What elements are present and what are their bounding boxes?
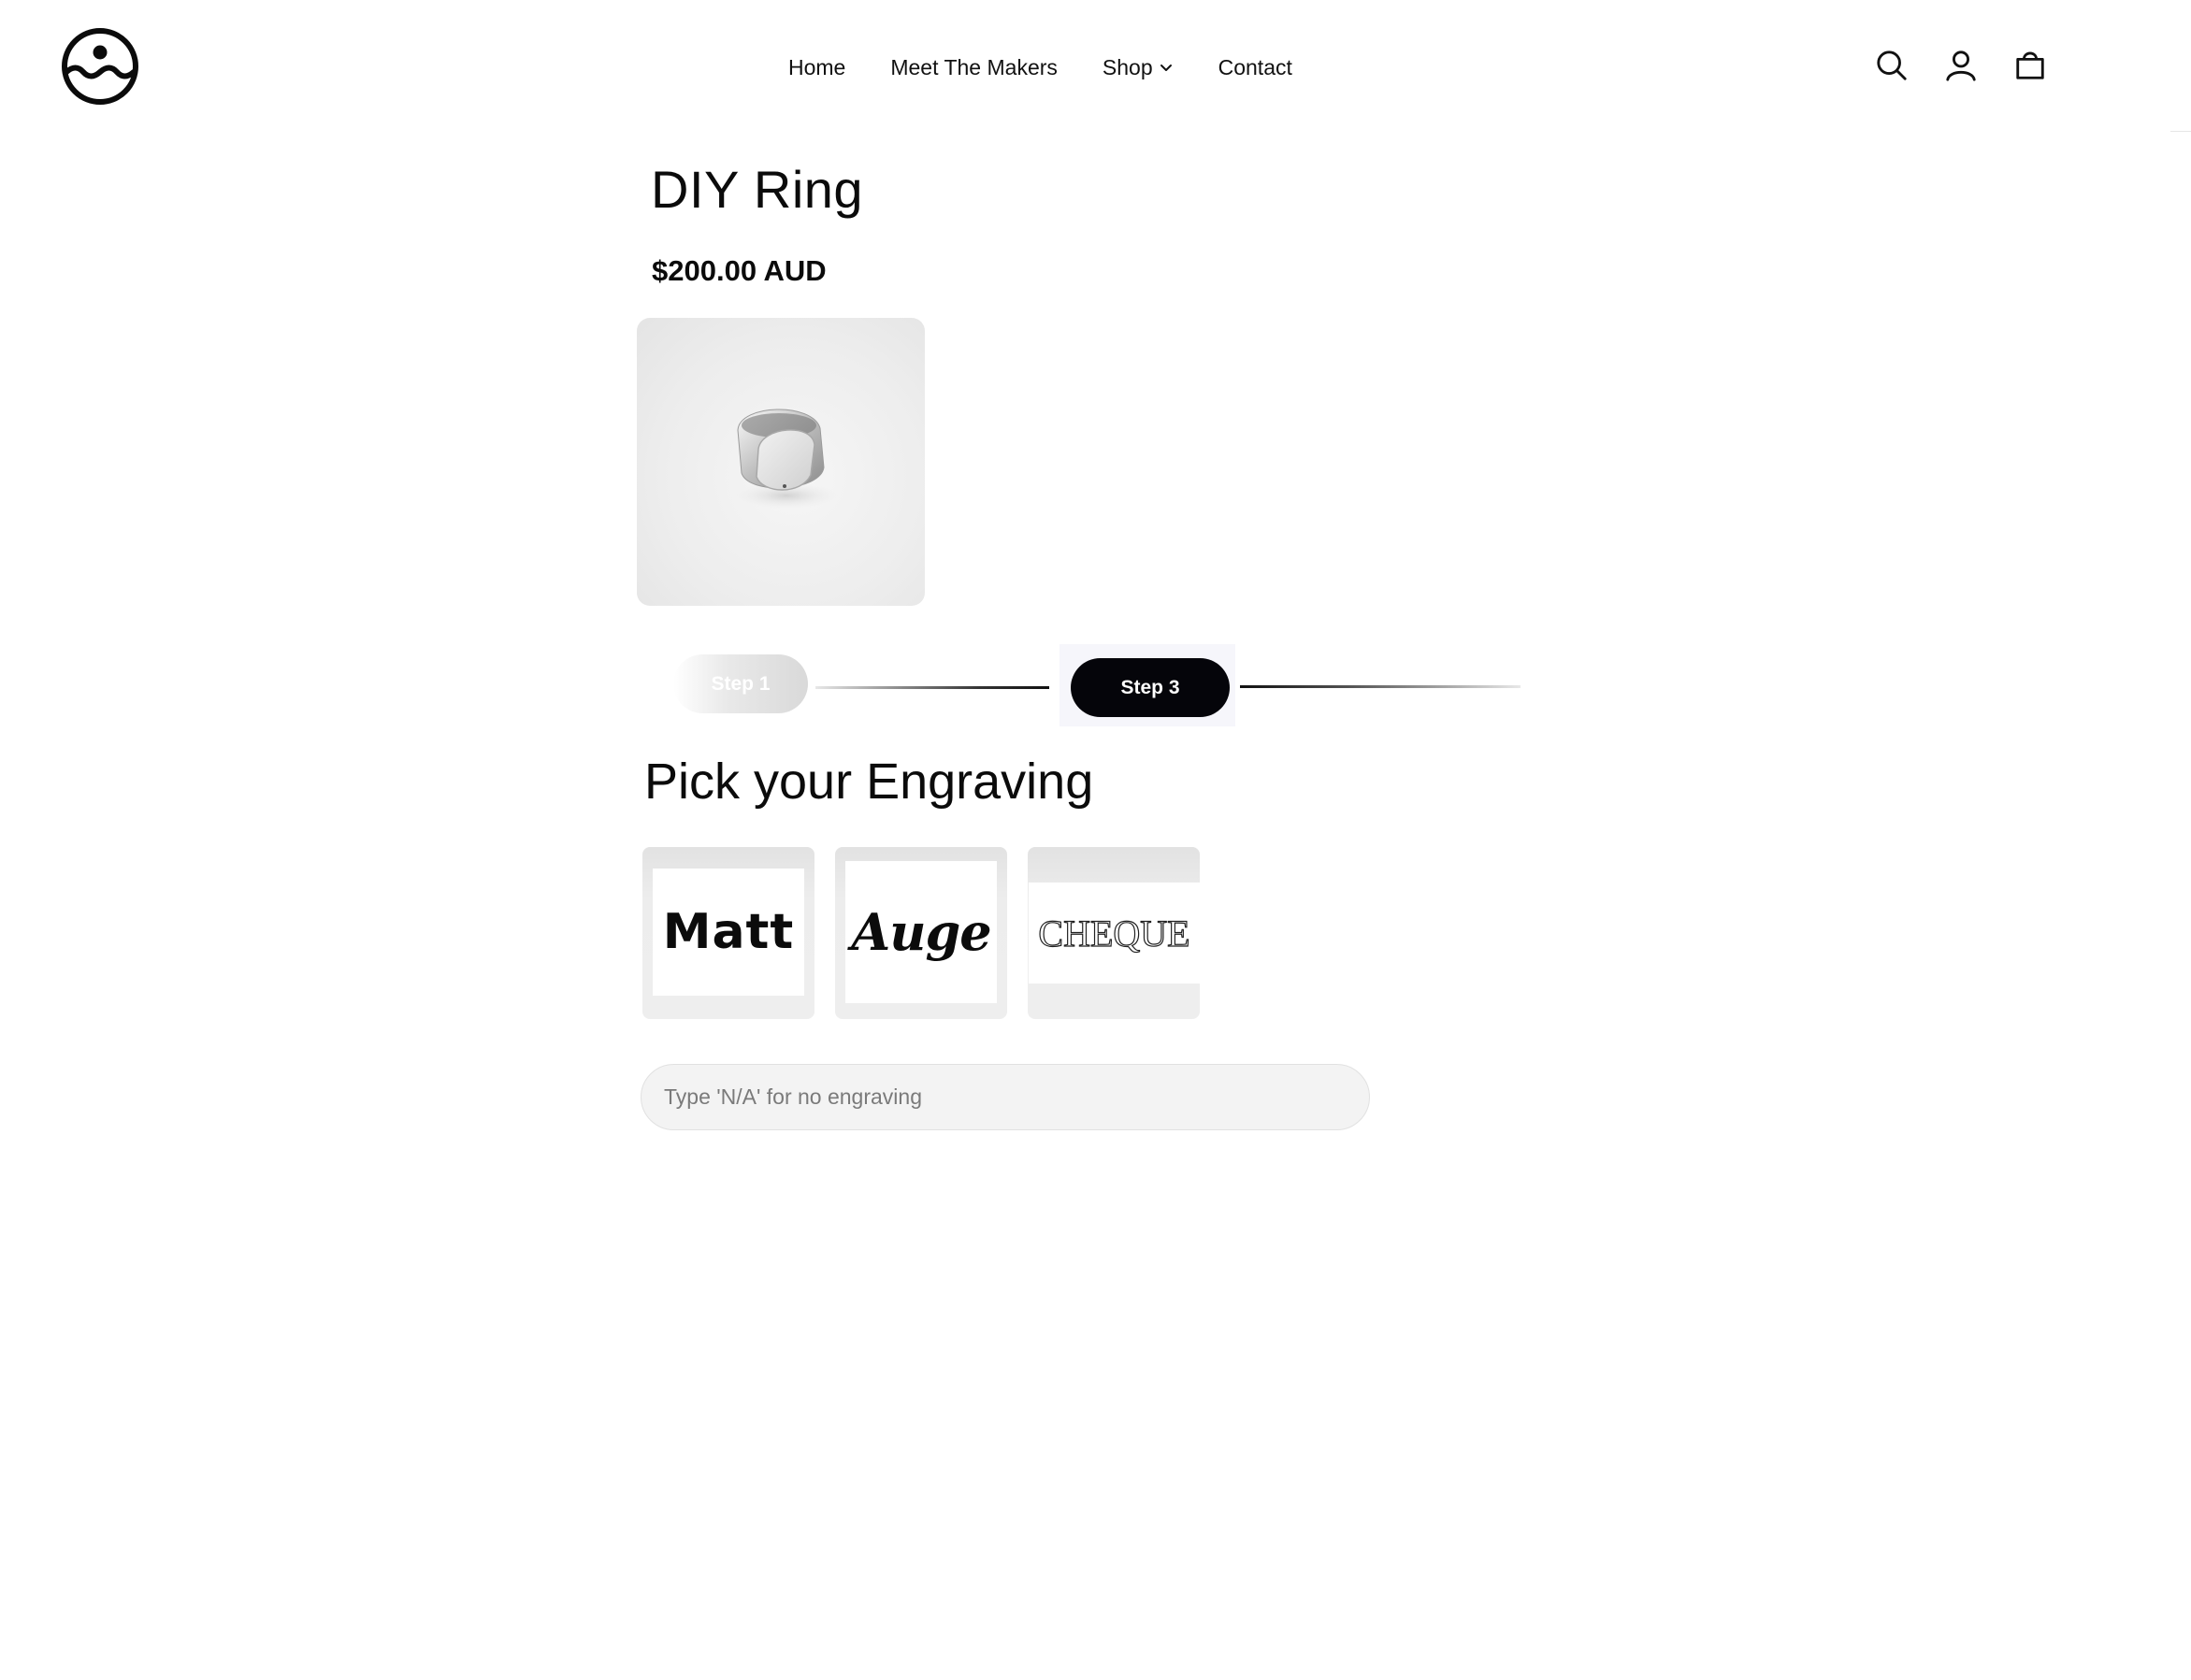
engraving-option-label: Auge <box>851 902 991 962</box>
step-connector <box>815 686 1049 689</box>
ring-image <box>735 409 838 509</box>
product-price: $200.00 AUD <box>652 254 827 287</box>
step-3-button[interactable]: Step 3 <box>1071 658 1230 717</box>
nav-contact-label: Contact <box>1218 54 1292 79</box>
chevron-down-icon <box>1160 65 1172 71</box>
header-divider <box>2170 131 2191 132</box>
nav-shop[interactable]: Shop <box>1103 55 1174 80</box>
search-icon[interactable] <box>1874 45 1910 86</box>
step-connector <box>1240 685 1521 688</box>
engraving-option-label: CHEQUE <box>1038 912 1190 955</box>
engraving-swatch: CHEQUE <box>1029 883 1200 984</box>
engraving-title: Pick your Engraving <box>644 754 1094 810</box>
engraving-text-input[interactable] <box>641 1064 1370 1130</box>
main-nav: Home Meet The Makers Shop Contact <box>788 49 1292 86</box>
engraving-option-auge[interactable]: Auge <box>835 847 1007 1019</box>
nav-meet-the-makers[interactable]: Meet The Makers <box>890 55 1058 80</box>
nav-shop-label: Shop <box>1102 54 1153 79</box>
engraving-option-label: Matt <box>662 904 795 960</box>
nav-contact[interactable]: Contact <box>1218 55 1292 80</box>
engraving-swatch: Matt <box>653 869 804 996</box>
site-header: Home Meet The Makers Shop Contact <box>0 0 2191 132</box>
nav-meet-the-makers-label: Meet The Makers <box>890 54 1058 79</box>
cart-icon[interactable] <box>2012 45 2048 86</box>
account-icon[interactable] <box>1943 45 1979 86</box>
product-title: DIY Ring <box>651 160 864 219</box>
engraving-options: Matt Auge CHEQUE <box>642 847 1200 1019</box>
product-image[interactable] <box>637 318 925 606</box>
step-1-button[interactable]: Step 1 <box>673 654 808 713</box>
engraving-option-matt[interactable]: Matt <box>642 847 814 1019</box>
nav-home-label: Home <box>788 54 846 79</box>
engraving-swatch: Auge <box>845 861 997 1003</box>
engraving-option-cheque[interactable]: CHEQUE <box>1028 847 1200 1019</box>
header-actions <box>1874 45 2048 86</box>
brand-logo-icon[interactable] <box>60 26 140 107</box>
nav-home[interactable]: Home <box>788 55 845 80</box>
